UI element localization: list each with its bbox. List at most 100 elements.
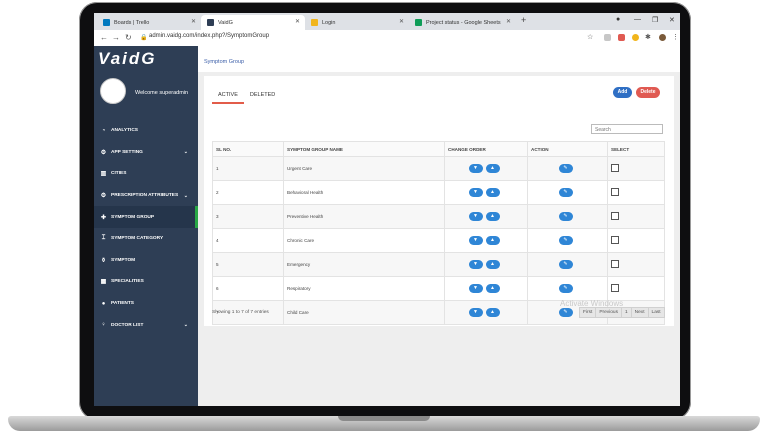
puzzle-icon[interactable]: ✱ (645, 33, 651, 41)
dashboard-icon: ◔ (101, 127, 106, 134)
sidebar-item-symptom-group[interactable]: ✚ SYMPTOM GROUP (94, 206, 198, 228)
row-select-checkbox[interactable] (611, 260, 619, 268)
row-group-name: Chronic Care (283, 228, 445, 253)
row-sl-no: 2 (212, 180, 284, 205)
browser-tab-vaidg[interactable]: VaidG ✕ (201, 15, 305, 30)
close-icon[interactable]: ✕ (506, 18, 511, 25)
action-cell: ✎ (527, 228, 608, 253)
back-icon[interactable]: ← (100, 33, 108, 42)
col-group-name[interactable]: SYMPTOM GROUP NAME (283, 141, 445, 157)
row-sl-no: 6 (212, 276, 284, 301)
move-up-icon[interactable]: ▲ (485, 236, 500, 245)
gears-icon: ⚙ (100, 193, 107, 200)
col-sl-no[interactable]: SL NO. (212, 141, 284, 157)
browser-tab-login[interactable]: Login ✕ (305, 15, 409, 30)
close-icon[interactable]: ✕ (295, 18, 300, 25)
tab-label: VaidG (218, 19, 233, 26)
row-select-checkbox[interactable] (611, 164, 619, 172)
browser-tab-sheets[interactable]: Project status - Google Sheets ✕ (409, 15, 516, 30)
row-group-name: Preventive Health (283, 204, 445, 229)
maximize-icon[interactable]: ❐ (652, 16, 658, 24)
table-row: 2 Behavioral Health ▼ ▲ ✎ (212, 180, 665, 205)
row-sl-no: 5 (212, 252, 284, 277)
edit-icon[interactable]: ✎ (558, 236, 573, 245)
sidebar-item-analytics[interactable]: ◔ ANALYTICS (94, 120, 198, 142)
page-next[interactable]: Next (630, 307, 649, 318)
move-up-icon[interactable]: ▲ (485, 188, 500, 197)
sidebar-item-prescription-attributes[interactable]: ⚙ PRESCRIPTION ATTRIBUTES ⌄ (94, 185, 198, 207)
chevron-down-icon: ⌄ (183, 149, 188, 156)
symptom-group-icon: ✚ (100, 214, 107, 221)
move-down-icon[interactable]: ▼ (468, 284, 483, 293)
profile-dot-icon[interactable]: ● (616, 16, 620, 23)
move-up-icon[interactable]: ▲ (485, 164, 500, 173)
sidebar-item-symptom[interactable]: ⚱ SYMPTOM (94, 250, 198, 272)
browser-tab-trello[interactable]: Boards | Trello ✕ (97, 15, 201, 30)
move-up-icon[interactable]: ▲ (485, 284, 500, 293)
sidebar-item-doctor-list[interactable]: ♀ DOCTOR LIST ⌄ (94, 314, 198, 336)
sidebar-item-specialities[interactable]: ▦ SPECIALITIES (94, 271, 198, 293)
row-sl-no: 1 (212, 156, 284, 181)
tab-label: Boards | Trello (114, 19, 150, 26)
building-icon: ▥ (100, 171, 107, 178)
new-tab-button[interactable]: + (521, 15, 526, 25)
edit-icon[interactable]: ✎ (558, 308, 573, 317)
tab-active[interactable]: ACTIVE (212, 88, 244, 104)
extension-icon[interactable] (618, 34, 625, 41)
close-icon[interactable]: ✕ (399, 18, 404, 25)
page-first[interactable]: First (579, 307, 597, 318)
move-up-icon[interactable]: ▲ (485, 308, 500, 317)
tab-deleted[interactable]: DELETED (244, 88, 281, 104)
delete-button[interactable]: Delete (636, 87, 660, 98)
row-sl-no: 4 (212, 228, 284, 253)
url-field[interactable]: admin.vaidg.com/index.php?/SymptomGroup (149, 33, 269, 39)
row-select-checkbox[interactable] (611, 212, 619, 220)
window-close-icon[interactable]: ✕ (669, 16, 675, 24)
minimize-icon[interactable]: — (634, 16, 641, 23)
edit-icon[interactable]: ✎ (558, 260, 573, 269)
move-down-icon[interactable]: ▼ (468, 260, 483, 269)
edit-icon[interactable]: ✎ (558, 284, 573, 293)
row-group-name: Behavioral Health (283, 180, 445, 205)
row-select-checkbox[interactable] (611, 284, 619, 292)
move-down-icon[interactable]: ▼ (468, 164, 483, 173)
sidebar-item-label: PRESCRIPTION ATTRIBUTES (111, 193, 179, 199)
search-input[interactable]: Search (591, 124, 663, 134)
sidebar: VaidG Welcome superadmin ◔ ANALYTICS ⚙ APP … (94, 46, 202, 406)
edit-icon[interactable]: ✎ (558, 188, 573, 197)
extension-icon[interactable] (632, 34, 639, 41)
edit-icon[interactable]: ✎ (558, 164, 573, 173)
page-last[interactable]: Last (647, 307, 665, 318)
change-order-cell: ▼ ▲ (444, 252, 528, 277)
add-button[interactable]: Add (613, 87, 632, 98)
breadcrumb[interactable]: Symptom Group (204, 59, 244, 65)
reload-icon[interactable]: ↻ (125, 33, 132, 42)
select-cell (607, 276, 665, 301)
move-down-icon[interactable]: ▼ (468, 236, 483, 245)
sidebar-item-cities[interactable]: ▥ CITIES (94, 163, 198, 185)
move-up-icon[interactable]: ▲ (485, 212, 500, 221)
sidebar-item-symptom-category[interactable]: ⌶ SYMPTOM CATEGORY (94, 228, 198, 250)
move-down-icon[interactable]: ▼ (468, 188, 483, 197)
laptop-notch (338, 416, 430, 421)
sidebar-item-label: SYMPTOM GROUP (111, 214, 155, 220)
avatar-icon[interactable] (659, 34, 666, 41)
action-cell: ✎ (527, 276, 608, 301)
sidebar-item-label: SYMPTOM (111, 257, 136, 263)
close-icon[interactable]: ✕ (191, 18, 196, 25)
move-down-icon[interactable]: ▼ (468, 212, 483, 221)
edit-icon[interactable]: ✎ (558, 212, 573, 221)
forward-icon[interactable]: → (112, 33, 120, 42)
breadcrumb-bar: Symptom Group (198, 46, 680, 72)
row-select-checkbox[interactable] (611, 188, 619, 196)
kebab-menu-icon[interactable]: ⋮ (672, 33, 679, 41)
row-select-checkbox[interactable] (611, 236, 619, 244)
activate-windows-watermark: Activate Windows (560, 299, 624, 308)
sidebar-item-app-setting[interactable]: ⚙ APP SETTING ⌄ (94, 142, 198, 164)
move-down-icon[interactable]: ▼ (468, 308, 483, 317)
move-up-icon[interactable]: ▲ (485, 260, 500, 269)
extension-icon[interactable] (604, 34, 611, 41)
star-icon[interactable]: ☆ (587, 33, 593, 41)
page-previous[interactable]: Previous (595, 307, 622, 318)
sidebar-item-patients[interactable]: ● PATIENTS (94, 293, 198, 315)
